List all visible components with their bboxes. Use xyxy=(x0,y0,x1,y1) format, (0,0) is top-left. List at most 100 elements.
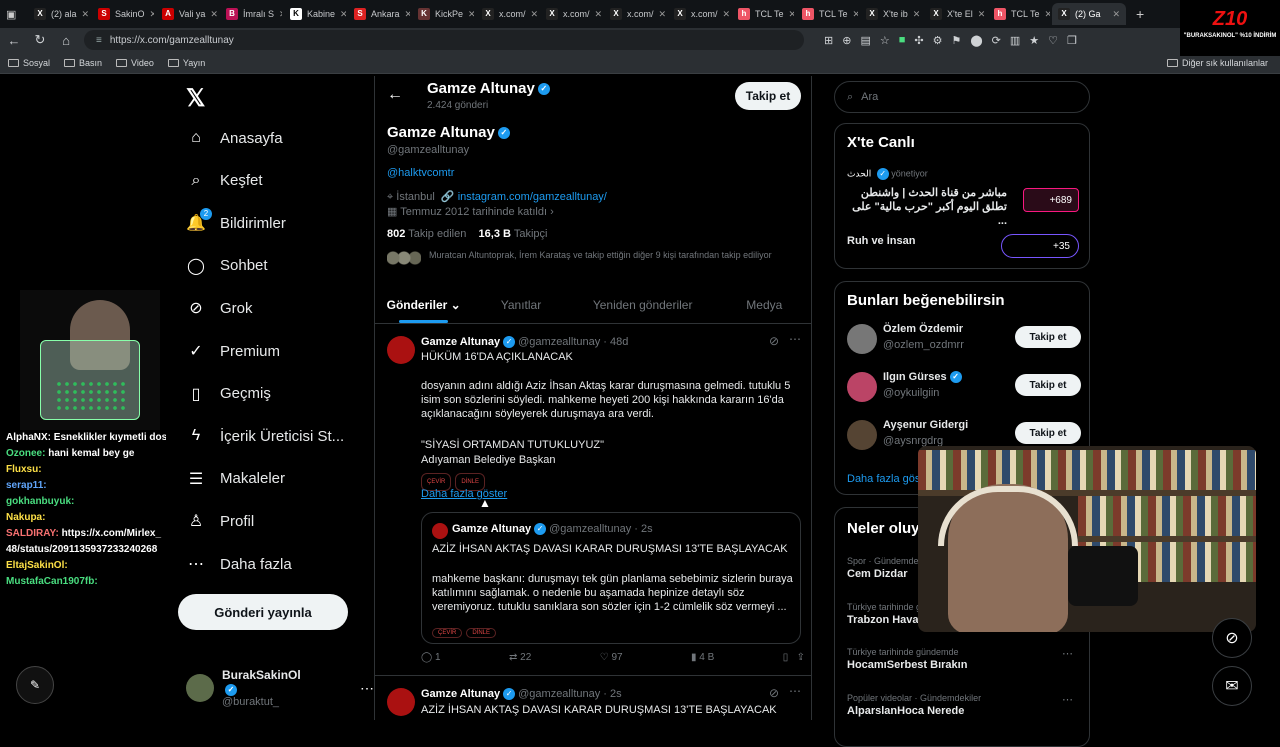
translate-chip[interactable]: ÇEVİR xyxy=(432,628,463,638)
follow-button[interactable]: Takip et xyxy=(735,82,801,110)
reader-icon[interactable]: ▤ xyxy=(860,34,870,47)
suggestion-name[interactable]: Özlem Özdemir xyxy=(883,323,963,335)
close-icon[interactable]: ✕ xyxy=(595,9,602,20)
avatar[interactable] xyxy=(847,372,877,402)
close-icon[interactable]: ✕ xyxy=(1045,9,1050,20)
nav-item-premium[interactable]: ✓ Premium xyxy=(186,341,280,361)
tab-posts[interactable]: Gönderiler ⌄ xyxy=(375,288,472,323)
following-link[interactable]: 802 Takip edilen xyxy=(387,228,466,240)
messages-floating-button[interactable]: ✉ xyxy=(1212,666,1252,706)
stream-control-button[interactable]: ✎ xyxy=(16,666,54,704)
extension-icon[interactable]: ⊞ xyxy=(824,34,833,47)
trend-item[interactable]: Popüler videolar · Gündemdekiler Alparsla… xyxy=(847,693,1083,717)
followed-by[interactable]: Muratcan Altuntoprak, İrem Karataş ve ta… xyxy=(387,250,787,266)
url-field[interactable]: ≡ https://x.com/gamzealltunay xyxy=(84,30,804,50)
nav-item-chat[interactable]: ◯ Sohbet xyxy=(186,256,268,276)
browser-tab[interactable]: B İmralı S ✕ xyxy=(220,3,282,25)
back-arrow-icon[interactable]: ← xyxy=(387,86,403,104)
grok-icon[interactable]: ⊘ xyxy=(769,334,779,348)
search-input[interactable]: ⌕ Ara xyxy=(834,81,1090,113)
nav-item-lightning[interactable]: ϟ İçerik Üreticisi St... xyxy=(186,426,344,446)
listen-chip[interactable]: DİNLE xyxy=(466,628,497,638)
nav-item-bookmark[interactable]: ▯ Geçmiş xyxy=(186,384,271,404)
site-info-icon[interactable]: ≡ xyxy=(96,35,102,46)
close-icon[interactable]: ✕ xyxy=(1112,9,1120,20)
close-icon[interactable]: ✕ xyxy=(723,9,730,20)
more-dots-icon[interactable]: ⋯ xyxy=(360,680,374,697)
profile-website-link[interactable]: instagram.com/gamzealltunay/ xyxy=(458,191,607,203)
browser-tab[interactable]: h TCL Te ✕ xyxy=(796,3,858,25)
extension-icon[interactable]: ⚑ xyxy=(951,34,961,47)
account-switcher[interactable]: BurakSakinOl✓ @buraktut_ ⋯ xyxy=(186,668,374,708)
nav-item-grok[interactable]: ⊘ Grok xyxy=(186,298,252,318)
suggestion-name[interactable]: Ayşenur Gidergi xyxy=(883,419,968,431)
collections-icon[interactable]: ❐ xyxy=(1067,34,1077,47)
extension-icon[interactable]: ⬤ xyxy=(970,34,982,47)
close-icon[interactable]: ✕ xyxy=(405,9,410,20)
show-more-link[interactable]: Daha fazla göster xyxy=(421,488,507,500)
other-bookmarks[interactable]: Diğer sık kullanılanlar xyxy=(1166,58,1268,68)
close-icon[interactable]: ✕ xyxy=(978,9,986,20)
nav-item-home[interactable]: ⌂ Anasayfa xyxy=(186,128,282,148)
browser-tab[interactable]: S Ankara ✕ xyxy=(348,3,410,25)
browser-tab[interactable]: h TCL Te ✕ xyxy=(732,3,794,25)
close-icon[interactable]: ✕ xyxy=(210,9,218,20)
tweet[interactable]: Gamze Altunay ✓ @gamzealltunay · 2s AZİZ … xyxy=(375,678,811,720)
browser-tab[interactable]: X X'te ib ✕ xyxy=(860,3,922,25)
star-icon[interactable]: ☆ xyxy=(880,34,890,47)
extension-icon[interactable]: ■ xyxy=(899,34,906,47)
zoom-icon[interactable]: ⊕ xyxy=(842,34,851,47)
avatar[interactable] xyxy=(847,420,877,450)
browser-tab[interactable]: X X'te El ✕ xyxy=(924,3,986,25)
tab-reposts[interactable]: Yeniden gönderiler xyxy=(570,288,716,323)
browser-tab[interactable]: K KickPe ✕ xyxy=(412,3,474,25)
live-space-text[interactable]: مباشر من قناة الحدث | واشنطن تطلق اليوم … xyxy=(847,186,1007,228)
grok-icon[interactable]: ⊘ xyxy=(769,686,779,700)
browser-tab[interactable]: Xx.com/ ✕ xyxy=(604,3,666,25)
browser-tab[interactable]: Xx.com/ ✕ xyxy=(476,3,538,25)
browser-tab[interactable]: S SakinO ✕ xyxy=(92,3,154,25)
browser-tab[interactable]: h TCL Te ✕ xyxy=(988,3,1050,25)
bookmark-folder[interactable]: Basın xyxy=(64,58,102,68)
extension-icon[interactable]: ✣ xyxy=(914,34,923,47)
nav-item-articles[interactable]: ☰ Makaleler xyxy=(186,469,285,489)
browser-tab[interactable]: X (2) ala ✕ xyxy=(28,3,90,25)
split-view-icon[interactable]: ▥ xyxy=(1010,34,1020,47)
close-icon[interactable]: ✕ xyxy=(340,9,346,20)
heart-icon[interactable]: ♡ xyxy=(1048,34,1058,47)
avatar[interactable] xyxy=(387,336,415,364)
profile-bio-link[interactable]: @halktvcomtr xyxy=(387,167,454,179)
more-dots-icon[interactable]: ⋯ xyxy=(1062,647,1073,660)
browser-tab[interactable]: K Kabine ✕ xyxy=(284,3,346,25)
close-icon[interactable]: ✕ xyxy=(659,9,666,20)
live2-count-badge[interactable]: +35 xyxy=(1001,234,1079,258)
followers-link[interactable]: 16,3 B Takipçi xyxy=(479,228,548,240)
close-icon[interactable]: ✕ xyxy=(468,9,474,20)
bookmark-folder[interactable]: Yayın xyxy=(167,58,205,68)
home-icon[interactable]: ⌂ xyxy=(58,33,74,48)
grok-floating-button[interactable]: ⊘ xyxy=(1212,618,1252,658)
suggestion-name[interactable]: Ilgın Gürses ✓ xyxy=(883,371,962,384)
close-icon[interactable]: ✕ xyxy=(853,9,858,20)
live-count-badge[interactable]: +689 xyxy=(1023,188,1079,212)
close-icon[interactable]: ✕ xyxy=(82,9,90,20)
close-icon[interactable]: ✕ xyxy=(531,9,538,20)
share-icon[interactable]: ⇪ xyxy=(797,652,805,663)
live2-title[interactable]: Ruh ve İnsan xyxy=(847,235,915,247)
bookmark-button[interactable]: ▯ ⇪ xyxy=(783,652,805,663)
follow-button[interactable]: Takip et xyxy=(1015,374,1081,396)
extension-icon[interactable]: ⚙ xyxy=(933,34,943,47)
more-dots-icon[interactable]: ⋯ xyxy=(789,332,801,346)
nav-item-bell[interactable]: 🔔 2 Bildirimler xyxy=(186,208,286,233)
close-icon[interactable]: ✕ xyxy=(789,9,794,20)
avatar[interactable] xyxy=(847,324,877,354)
browser-tab[interactable]: Xx.com/ ✕ xyxy=(668,3,730,25)
tab-actions-icon[interactable]: ▣ xyxy=(6,8,28,21)
follow-button[interactable]: Takip et xyxy=(1015,422,1081,444)
views-button[interactable]: ▮ 4 B xyxy=(691,652,714,663)
bookmark-folder[interactable]: Sosyal xyxy=(8,58,50,68)
bookmark-folder[interactable]: Video xyxy=(116,58,154,68)
back-arrow-icon[interactable]: ← xyxy=(6,33,22,48)
nav-item-more[interactable]: ⋯ Daha fazla xyxy=(186,554,292,574)
reload-icon[interactable]: ↻ xyxy=(32,32,48,48)
